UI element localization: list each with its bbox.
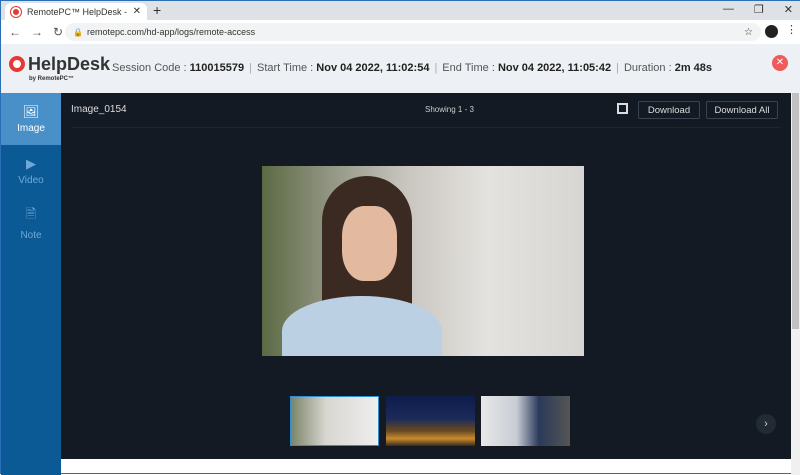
fullscreen-icon[interactable]: [617, 103, 628, 114]
browser-menu-icon[interactable]: ⋮: [786, 23, 797, 36]
window-close-button[interactable]: ✕: [784, 3, 793, 16]
end-time-value: Nov 04 2022, 11:05:42: [497, 62, 612, 74]
next-thumbnails-button[interactable]: ›: [756, 414, 776, 434]
page-scrollbar[interactable]: [791, 93, 800, 475]
tab-close-icon[interactable]: ✕: [133, 6, 141, 17]
tab-title: RemotePC™ HelpDesk - Remote: [27, 6, 129, 17]
browser-tab-bar: RemotePC™ HelpDesk - Remote ✕ + — ❐ ✕: [1, 1, 800, 20]
restore-button[interactable]: ❐: [754, 3, 764, 16]
close-session-button[interactable]: ✕: [772, 55, 788, 71]
sidebar-item-image[interactable]: 🖼 Image: [1, 93, 61, 145]
logo-name: HelpDesk: [28, 54, 111, 74]
main-image: [262, 166, 584, 356]
duration-label: Duration :: [623, 62, 672, 74]
note-icon: 🗎: [25, 206, 37, 221]
logo-by: by RemotePC™: [29, 76, 75, 82]
new-tab-button[interactable]: +: [153, 2, 161, 18]
lock-icon: 🔒: [73, 27, 83, 37]
thumbnail-3[interactable]: [481, 396, 570, 446]
helpdesk-favicon-icon: [11, 6, 21, 17]
start-time-label: Start Time :: [256, 62, 314, 74]
divider: [71, 127, 781, 128]
start-time-value: Nov 04 2022, 11:02:54: [316, 62, 430, 74]
lifebuoy-icon: [9, 56, 25, 72]
url-field[interactable]: 🔒 remotepc.com/hd-app/logs/remote-access…: [65, 23, 761, 41]
sidebar-item-label: Video: [18, 175, 44, 186]
sidebar-item-note[interactable]: 🗎 Note: [1, 197, 61, 249]
session-meta: Session Code : 110015579 | Start Time : No…: [112, 62, 713, 74]
session-code-value: 110015579: [189, 62, 245, 74]
sidebar-item-video[interactable]: ▶ Video: [1, 145, 61, 197]
sidebar-item-label: Note: [20, 230, 42, 241]
session-header: HelpDesk by RemotePC™ Session Code : 110…: [1, 44, 800, 93]
thumbnail-1[interactable]: [290, 396, 379, 446]
image-icon: 🖼: [22, 104, 40, 119]
video-icon: ▶: [26, 156, 36, 171]
profile-avatar[interactable]: [765, 25, 778, 38]
end-time-label: End Time :: [442, 62, 495, 74]
thumbnail-2[interactable]: [386, 396, 475, 446]
forward-button[interactable]: →: [31, 25, 45, 39]
download-button[interactable]: Download: [638, 101, 700, 119]
minimize-button[interactable]: —: [723, 3, 734, 16]
image-title: Image_0154: [71, 104, 127, 115]
bookmark-star-icon[interactable]: ☆: [744, 27, 753, 38]
showing-count: Showing 1 - 3: [425, 105, 474, 114]
image-viewer: Image_0154 Showing 1 - 3 Download Downlo…: [61, 93, 791, 459]
url-text: remotepc.com/hd-app/logs/remote-access: [87, 27, 256, 37]
download-all-button[interactable]: Download All: [706, 101, 778, 119]
browser-tab[interactable]: RemotePC™ HelpDesk - Remote ✕: [5, 3, 147, 20]
address-bar-row: ← → ↻ 🔒 remotepc.com/hd-app/logs/remote-…: [1, 20, 800, 44]
sidebar: 🖼 Image ▶ Video 🗎 Note: [1, 93, 61, 475]
back-button[interactable]: ←: [9, 25, 23, 39]
session-code-label: Session Code :: [112, 62, 187, 74]
duration-value: 2m 48s: [674, 62, 713, 74]
sidebar-item-label: Image: [17, 123, 45, 134]
